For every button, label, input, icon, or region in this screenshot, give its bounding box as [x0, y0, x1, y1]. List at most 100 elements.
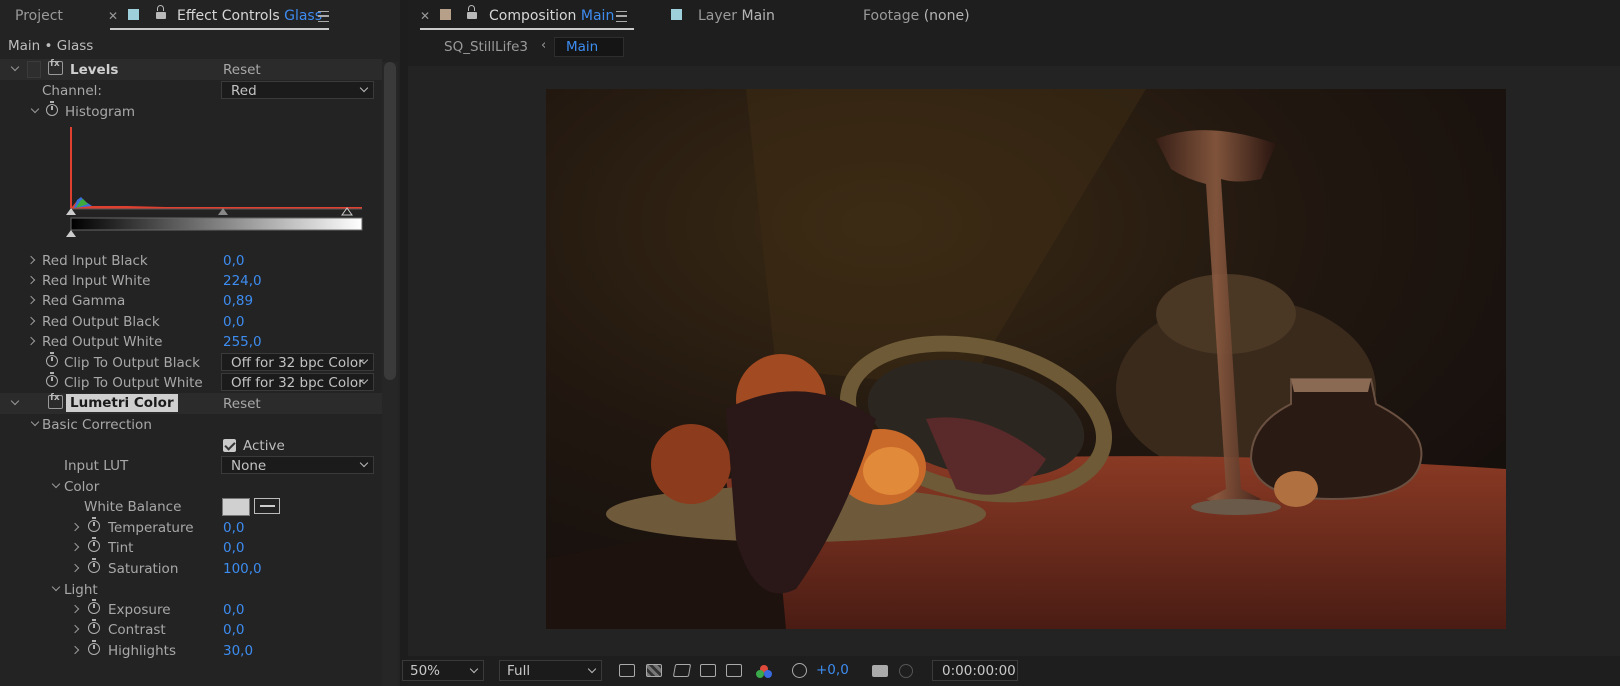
clip-black-row: Clip To Output Black Off for 32 bpc Colo…: [0, 352, 382, 373]
color-section-row: Color: [0, 476, 382, 497]
active-checkbox[interactable]: [223, 439, 236, 452]
scrollbar[interactable]: [382, 62, 398, 686]
reset-exposure-icon[interactable]: [792, 663, 807, 678]
show-snapshot-icon[interactable]: [899, 664, 913, 678]
effect-levels-header[interactable]: Levels Reset: [0, 59, 382, 80]
fast-previews-icon[interactable]: [619, 664, 635, 677]
eyedropper-icon[interactable]: [254, 498, 280, 514]
tab-effect-controls[interactable]: Effect Controls Glass: [177, 8, 322, 24]
comp-frame: [546, 89, 1506, 629]
fx-icon[interactable]: [48, 59, 63, 75]
tab-composition[interactable]: Composition Main: [489, 8, 614, 24]
param-value[interactable]: 0,0: [223, 622, 244, 638]
effect-name-selected: Lumetri Color: [66, 394, 178, 412]
region-of-interest-icon[interactable]: [700, 664, 716, 677]
viewer-toolbar: 50% Full +0,0 0:00:00:00: [402, 656, 1620, 686]
exposure-value[interactable]: +0,0: [816, 662, 849, 678]
stopwatch-icon[interactable]: [46, 101, 58, 116]
panel-menu-icon[interactable]: [318, 11, 329, 22]
param-value[interactable]: 30,0: [223, 643, 253, 659]
stopwatch-icon[interactable]: [88, 619, 100, 634]
collapse-chevron-icon[interactable]: [51, 479, 61, 489]
stopwatch-icon[interactable]: [46, 352, 58, 367]
param-value[interactable]: 0,0: [223, 520, 244, 536]
expand-chevron-icon[interactable]: [26, 336, 36, 346]
expand-chevron-icon[interactable]: [26, 295, 36, 305]
comp-breadcrumb-parent[interactable]: SQ_StillLife3: [444, 39, 528, 55]
label-color-icon: [128, 9, 139, 20]
channels-icon[interactable]: [756, 665, 774, 679]
clip-white-dropdown[interactable]: Off for 32 bpc Color: [221, 373, 374, 391]
expand-chevron-icon[interactable]: [70, 542, 80, 552]
collapse-chevron-icon[interactable]: [51, 582, 61, 592]
stopwatch-icon[interactable]: [88, 558, 100, 573]
tab-layer[interactable]: Layer Main: [698, 8, 775, 24]
chevron-down-icon: [359, 458, 369, 468]
close-icon[interactable]: ✕: [420, 9, 430, 23]
histogram-graph[interactable]: [66, 122, 366, 244]
chevron-down-icon: [587, 664, 597, 674]
label-color-icon: [440, 9, 451, 20]
comp-breadcrumb-current-box[interactable]: Main: [554, 37, 624, 57]
stopwatch-icon[interactable]: [88, 537, 100, 552]
guides-icon[interactable]: [726, 664, 742, 677]
param-row: Exposure 0,0: [0, 599, 382, 620]
light-section-row: Light: [0, 579, 382, 600]
expand-chevron-icon[interactable]: [70, 522, 80, 532]
lock-icon[interactable]: [156, 5, 166, 19]
param-row: Red Output Black 0,0: [0, 311, 382, 332]
param-value[interactable]: 0,89: [223, 293, 253, 309]
expand-chevron-icon[interactable]: [70, 645, 80, 655]
panel-menu-icon[interactable]: [616, 11, 627, 22]
param-value[interactable]: 0,0: [223, 602, 244, 618]
close-icon[interactable]: ✕: [108, 9, 118, 23]
timecode-field[interactable]: 0:00:00:00: [932, 660, 1018, 681]
expand-chevron-icon[interactable]: [70, 563, 80, 573]
param-value[interactable]: 100,0: [223, 561, 262, 577]
chevron-down-icon: [359, 83, 369, 93]
collapse-chevron-icon[interactable]: [30, 104, 40, 114]
tab-footage[interactable]: Footage (none): [863, 8, 970, 24]
effect-name: Levels: [70, 62, 119, 78]
expand-chevron-icon[interactable]: [26, 316, 36, 326]
scrollbar-thumb[interactable]: [384, 62, 396, 380]
param-value[interactable]: 0,0: [223, 253, 244, 269]
effect-toggle-box[interactable]: [27, 61, 41, 78]
active-row: Active: [0, 435, 382, 456]
white-balance-swatch[interactable]: [222, 498, 250, 516]
stopwatch-icon[interactable]: [46, 372, 58, 387]
tab-project[interactable]: Project: [15, 8, 63, 24]
stopwatch-icon[interactable]: [88, 517, 100, 532]
fx-icon[interactable]: [48, 393, 63, 409]
effect-lumetri-header[interactable]: Lumetri Color Reset: [0, 393, 382, 414]
clip-black-dropdown[interactable]: Off for 32 bpc Color: [221, 353, 374, 371]
resolution-dropdown[interactable]: Full: [499, 660, 602, 681]
collapse-chevron-icon[interactable]: [30, 417, 40, 427]
composition-viewer[interactable]: [408, 66, 1620, 656]
lock-icon[interactable]: [467, 5, 477, 19]
param-row: Contrast 0,0: [0, 619, 382, 640]
snapshot-icon[interactable]: [872, 665, 888, 677]
stopwatch-icon[interactable]: [88, 599, 100, 614]
levels-reset-link[interactable]: Reset: [223, 62, 261, 78]
composition-panel: ✕ Composition Main Layer Main Footage (n…: [402, 0, 1620, 686]
collapse-chevron-icon[interactable]: [10, 62, 20, 72]
stopwatch-icon[interactable]: [88, 640, 100, 655]
expand-chevron-icon[interactable]: [70, 604, 80, 614]
lumetri-reset-link[interactable]: Reset: [223, 396, 261, 412]
channel-dropdown[interactable]: Red: [221, 81, 374, 99]
zoom-dropdown[interactable]: 50%: [402, 660, 484, 681]
expand-chevron-icon[interactable]: [26, 255, 36, 265]
param-value[interactable]: 255,0: [223, 334, 262, 350]
param-value[interactable]: 224,0: [223, 273, 262, 289]
chevron-left-icon[interactable]: ‹: [541, 38, 546, 53]
mask-path-icon[interactable]: [672, 664, 692, 677]
expand-chevron-icon[interactable]: [70, 624, 80, 634]
collapse-chevron-icon[interactable]: [10, 396, 20, 406]
param-value[interactable]: 0,0: [223, 540, 244, 556]
transparency-grid-icon[interactable]: [646, 664, 662, 677]
input-lut-dropdown[interactable]: None: [221, 456, 374, 474]
param-row: Saturation 100,0: [0, 558, 382, 579]
param-value[interactable]: 0,0: [223, 314, 244, 330]
expand-chevron-icon[interactable]: [26, 275, 36, 285]
